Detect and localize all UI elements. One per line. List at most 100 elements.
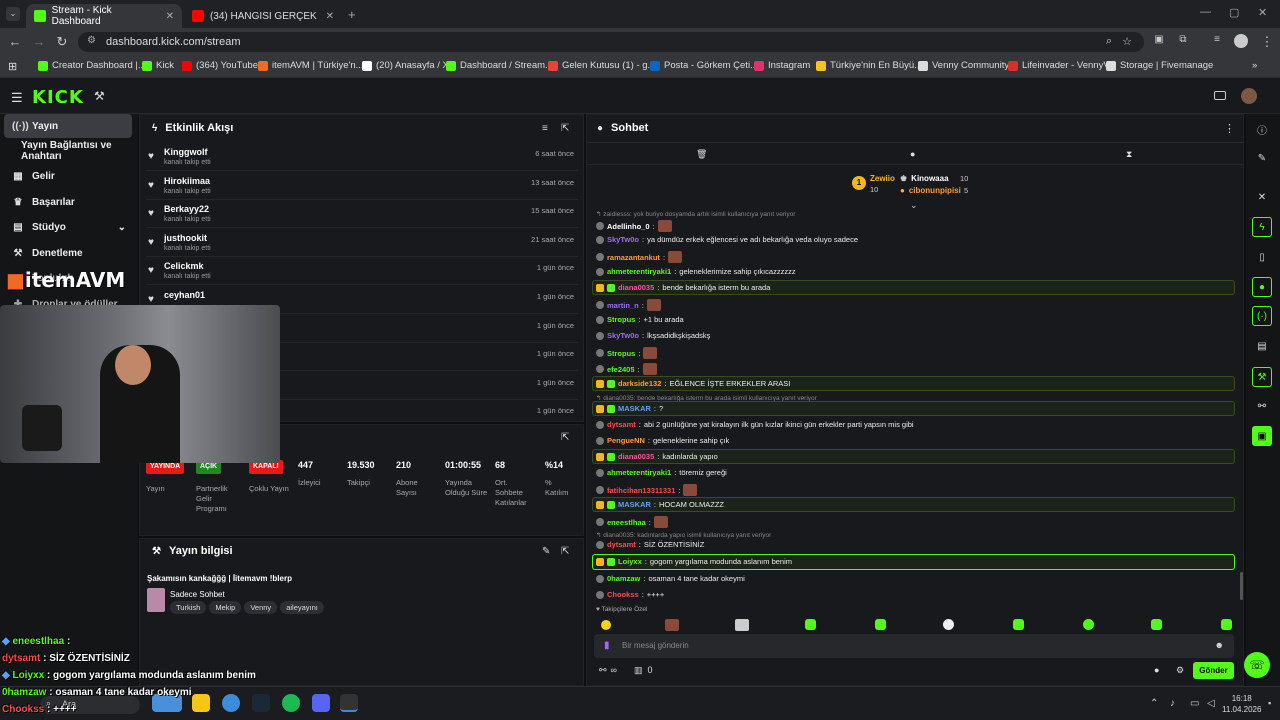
bookmark-item[interactable]: Venny Community — [918, 60, 1009, 71]
chat-message[interactable]: dytsamt: SİZ ÖZENTİSİNİZ — [596, 540, 704, 549]
chat-username[interactable]: Adellinho_0 — [607, 222, 650, 231]
chat-icon[interactable]: ● — [910, 149, 915, 159]
close-window-icon[interactable]: ✕ — [1258, 6, 1267, 19]
bookmark-item[interactable]: Kick — [142, 60, 174, 71]
close-tab-icon[interactable]: ✕ — [166, 11, 174, 22]
obs-icon[interactable] — [340, 694, 358, 712]
send-button[interactable]: Gönder — [1193, 662, 1234, 679]
chat-username[interactable]: SkyTw0o — [607, 235, 639, 244]
chat-message[interactable]: diana0035: bende bekarlığa isterm bu arad… — [596, 283, 770, 292]
reload-icon[interactable]: ↻ — [53, 34, 71, 50]
chat-message[interactable]: MASKAR:? — [596, 404, 663, 413]
media-control-icon[interactable]: ≡ — [1208, 34, 1226, 45]
chat-username[interactable]: ramazantankut — [607, 253, 660, 262]
chat-message[interactable]: fatihcihan13311331: — [596, 484, 698, 496]
browser-menu-icon[interactable]: ⋮ — [1258, 34, 1276, 50]
chat-username[interactable]: diana0035 — [618, 452, 654, 461]
site-info-icon[interactable]: ⚙ — [87, 35, 96, 46]
minimize-icon[interactable]: — — [1200, 6, 1211, 18]
lightning-rail-icon[interactable]: ϟ — [1252, 217, 1272, 237]
chat-username[interactable]: efe2405 — [607, 365, 635, 374]
chat-username[interactable]: MASKAR — [618, 500, 651, 509]
chat-username[interactable]: martin_n — [607, 301, 639, 310]
notification-icon[interactable]: ▪ — [1268, 698, 1271, 708]
popout-icon[interactable]: ⇱ — [561, 432, 569, 443]
chat-message[interactable]: martin_n: — [596, 299, 661, 311]
bookmark-item[interactable]: Creator Dashboard |... — [38, 60, 146, 71]
profile-avatar[interactable] — [1234, 34, 1248, 48]
chat-message[interactable]: Stropus: — [596, 347, 658, 359]
emote-icon[interactable] — [805, 619, 816, 630]
chat-message[interactable]: eneestlhaa: — [596, 516, 668, 528]
emote-icon[interactable] — [665, 619, 679, 631]
chat-username[interactable]: ahmeterentiryaki1 — [607, 468, 671, 477]
bookmark-item[interactable]: itemAVM | Türkiye'n... — [258, 60, 364, 71]
sidebar-item-gelir[interactable]: ▦ Gelir — [4, 164, 132, 188]
sidebar-item-studyo[interactable]: ▤ Stüdyo ⌄ — [4, 215, 132, 239]
chat-username[interactable]: diana0035 — [618, 283, 654, 292]
emote-icon[interactable] — [1013, 619, 1024, 630]
forward-icon[interactable]: → — [30, 34, 48, 49]
bookmark-item[interactable]: Dashboard / Stream... — [446, 60, 553, 71]
user-avatar[interactable] — [1241, 88, 1257, 104]
tab-kick-dashboard[interactable]: Stream - Kick Dashboard ✕ — [26, 4, 182, 28]
emote-icon[interactable] — [1151, 619, 1162, 630]
chat-message[interactable]: Adellinho_0: — [596, 220, 672, 232]
chat-message[interactable]: Stropus: +1 bu arada — [596, 315, 684, 324]
microphone-icon[interactable]: ▮ — [604, 640, 610, 651]
new-tab-icon[interactable]: + — [348, 7, 356, 22]
chat-username[interactable]: ahmeterentiryaki1 — [607, 267, 671, 276]
tab-search-icon[interactable]: ⌄ — [6, 7, 20, 21]
emote-icon[interactable] — [1221, 619, 1232, 630]
document-icon[interactable]: ▯ — [1252, 247, 1272, 267]
chrome-icon[interactable] — [222, 694, 240, 712]
add-widget-icon[interactable]: ▣ — [1252, 426, 1272, 446]
bookmark-item[interactable]: Gelen Kutusu (1) - g... — [548, 60, 655, 71]
bookmark-item[interactable]: Instagram — [754, 60, 810, 71]
emote-icon[interactable] — [943, 619, 954, 630]
network-icon[interactable]: ▭ — [1190, 698, 1199, 709]
hamburger-menu-icon[interactable]: ☰ — [11, 90, 23, 106]
volume-icon[interactable]: ◁ — [1207, 698, 1215, 709]
chat-username[interactable]: fatihcihan13311331 — [607, 486, 675, 495]
chat-message[interactable]: Chookss: ++++ — [596, 590, 664, 599]
chat-username[interactable]: Stropus — [607, 349, 635, 358]
chat-username[interactable]: darkside132 — [618, 379, 661, 388]
chat-username[interactable]: dytsamt — [607, 540, 636, 549]
emoji-icon[interactable]: ☻ — [1215, 640, 1224, 650]
tab-youtube[interactable]: (34) HANGİSİ GERÇEK ESKİ SEV ✕ — [184, 4, 342, 28]
taskbar-clock[interactable]: 16:18 11.04.2026 — [1222, 693, 1261, 715]
chat-username[interactable]: PengueNN — [607, 436, 645, 445]
filter-icon[interactable]: ≡ — [542, 123, 548, 134]
zoom-icon[interactable]: ⌕ — [1106, 35, 1112, 48]
bookmark-item[interactable]: Posta - Görkem Çeti... — [650, 60, 758, 71]
maximize-icon[interactable]: ▢ — [1229, 6, 1239, 19]
chat-message[interactable]: dytsamt: abi 2 günlüğüne yat kiralayın il… — [596, 420, 914, 429]
edit-icon[interactable]: ✎ — [1252, 148, 1272, 168]
bookmark-item[interactable]: Türkiye'nin En Büyü... — [816, 60, 922, 71]
file-explorer-icon[interactable] — [192, 694, 210, 712]
bookmark-item[interactable]: (364) YouTube — [182, 60, 258, 71]
kick-logo[interactable]: KICK — [32, 87, 84, 108]
chat-rail-icon[interactable]: ● — [1252, 277, 1272, 297]
sidebar-item-denetleme[interactable]: ⚒ Denetleme — [4, 241, 132, 265]
more-bookmarks-icon[interactable]: » — [1252, 60, 1257, 71]
bookmark-item[interactable]: (20) Anasayfa / X — [362, 60, 449, 71]
bookmark-star-icon[interactable]: ☆ — [1122, 35, 1132, 48]
chat-username[interactable]: Loiyxx — [618, 557, 642, 566]
mic-tray-icon[interactable]: ♪ — [1170, 698, 1175, 709]
trash-icon[interactable]: 🗑 — [696, 149, 707, 160]
cross-icon[interactable]: ✕ — [1252, 187, 1272, 207]
chat-username[interactable]: Chookss — [607, 590, 639, 599]
emote-icon[interactable] — [875, 619, 886, 630]
sidebar-item-stream-key[interactable]: Yayın Bağlantısı ve Anahtarı — [4, 139, 132, 163]
extensions-puzzle-icon[interactable]: ⧉ — [1174, 34, 1192, 45]
close-tab-icon[interactable]: ✕ — [326, 11, 334, 22]
bookmark-item[interactable]: Lifeinvader - VennyV — [1008, 60, 1110, 71]
discord-icon[interactable] — [312, 694, 330, 712]
popout-icon[interactable]: ⇱ — [561, 546, 569, 557]
chat-username[interactable]: Stropus — [607, 315, 635, 324]
popout-icon[interactable]: ⇱ — [561, 123, 569, 134]
chat-message[interactable]: Loiyxx: gogom yargılama modunda aslanım b… — [596, 557, 792, 566]
expand-chevron-icon[interactable]: ⌄ — [910, 200, 918, 211]
